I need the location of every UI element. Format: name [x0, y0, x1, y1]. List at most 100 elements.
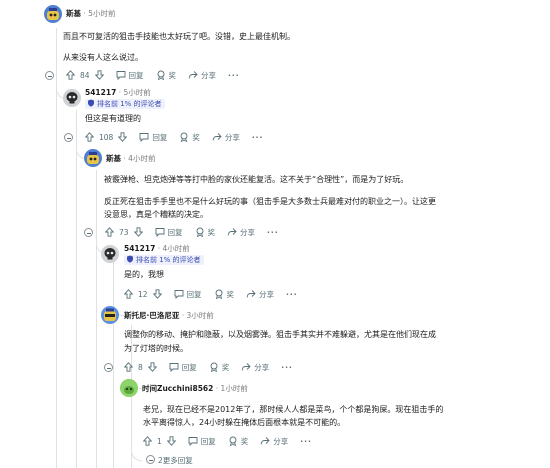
share-button[interactable]: 分享 [246, 289, 274, 300]
thread-line-level-2 [96, 170, 97, 468]
upvote-button[interactable] [143, 436, 152, 446]
downvote-arrow-icon [133, 227, 143, 237]
snoo-avatar-icon [47, 8, 59, 20]
comment-action-bar: 12 回复 奖 分享 ··· [124, 287, 298, 301]
award-button[interactable]: 奖 [195, 227, 216, 238]
upvote-button[interactable] [124, 289, 133, 299]
collapse-thread-button[interactable] [104, 363, 113, 372]
vote-count: 84 [80, 70, 90, 80]
comment-bubble-icon [139, 133, 149, 142]
award-icon [196, 227, 203, 237]
comment-meta: 541217 · 5小时前 [85, 88, 151, 98]
expand-plus-icon [146, 455, 155, 464]
award-label: 奖 [207, 227, 216, 237]
more-options-icon[interactable]: ··· [281, 363, 293, 372]
timestamp[interactable]: 1小时前 [221, 384, 248, 393]
upvote-button[interactable] [85, 132, 94, 142]
author-name[interactable]: 541217 [85, 88, 116, 97]
avatar[interactable] [63, 89, 81, 107]
timestamp[interactable]: 5小时前 [88, 9, 115, 18]
reply-button[interactable]: 回复 [116, 70, 144, 81]
avatar[interactable] [44, 5, 62, 23]
reply-button[interactable]: 回复 [155, 227, 183, 238]
comment-bubble-icon [174, 290, 183, 299]
share-button[interactable]: 分享 [260, 436, 288, 447]
share-label: 分享 [201, 70, 217, 80]
comment-body-line: 而且不可复活的狙击手技能也太好玩了吧。没错，史上最佳机制。 [63, 32, 295, 41]
upvote-button[interactable] [66, 70, 75, 80]
downvote-button[interactable] [152, 289, 162, 299]
share-icon [227, 228, 237, 236]
vote-count: 108 [99, 132, 114, 142]
vote-count: 8 [138, 362, 143, 372]
avatar[interactable] [101, 306, 119, 324]
comment-action-bar: 1 回复 奖 分享 ··· [143, 434, 312, 448]
award-button[interactable]: 奖 [209, 362, 229, 373]
share-button[interactable]: 分享 [188, 70, 216, 81]
badge-label: 排名前 1% 的评论者 [136, 256, 201, 264]
timestamp[interactable]: 3小时前 [187, 311, 214, 320]
avatar[interactable] [120, 379, 138, 397]
skull-avatar-icon [63, 89, 81, 107]
share-button[interactable]: 分享 [241, 362, 269, 373]
share-label: 分享 [259, 289, 275, 299]
downvote-button[interactable] [133, 227, 143, 237]
upvote-arrow-icon [105, 227, 114, 237]
upvote-arrow-icon [85, 132, 94, 142]
author-name[interactable]: 斯托尼·巴洛尼亚 [124, 311, 179, 320]
award-button[interactable]: 奖 [179, 132, 200, 143]
comment-bubble-icon [169, 363, 179, 372]
downvote-button[interactable] [118, 132, 128, 142]
avatar[interactable] [101, 245, 119, 263]
downvote-button[interactable] [147, 362, 157, 372]
award-button[interactable]: 奖 [228, 436, 248, 447]
author-name[interactable]: 时间Zucchini8562 [142, 384, 213, 393]
comment-body-line: 调整你的移动、掩护和隐蔽，以及烟雾弹。狙击手其实并不难躲避，尤其是在他们现在成 [124, 330, 436, 339]
badge-label: 排名前 1% 的评论者 [97, 100, 162, 108]
more-options-icon[interactable]: ··· [267, 228, 279, 237]
thread-line-level-1 [76, 110, 77, 468]
comment-action-bar: 73 回复 奖 分享 ··· [105, 225, 279, 239]
vote-count: 12 [138, 289, 148, 299]
top-commenter-badge: 排名前 1% 的评论者 [85, 99, 165, 109]
author-name[interactable]: 斯基 [66, 9, 81, 18]
timestamp[interactable]: 4小时前 [128, 154, 155, 163]
share-button[interactable]: 分享 [227, 227, 255, 238]
more-options-icon[interactable]: ··· [252, 133, 264, 142]
more-options-icon[interactable]: ··· [300, 437, 312, 446]
comment-body-line: 老兄，现在已经不是2012年了，那时候人人都是菜鸟，个个都是狗屎。现在狙击手的 [143, 405, 444, 414]
collapse-thread-button[interactable] [84, 228, 93, 237]
comment-meta: 541217 · 4小时前 [124, 244, 190, 254]
comment-meta: 斯基 · 5小时前 [66, 9, 115, 19]
more-options-icon[interactable]: ··· [228, 71, 240, 80]
vote-count: 73 [119, 227, 129, 237]
share-icon [242, 363, 251, 371]
upvote-button[interactable] [124, 362, 133, 372]
more-options-icon[interactable]: ··· [286, 290, 298, 299]
comment-action-bar: 8 回复 奖 分享 ··· [124, 360, 293, 374]
downvote-button[interactable] [94, 70, 104, 80]
reply-button[interactable]: 回复 [169, 362, 197, 373]
share-label: 分享 [240, 227, 256, 237]
author-name[interactable]: 541217 [124, 244, 155, 253]
downvote-arrow-icon [94, 70, 104, 80]
collapse-thread-button[interactable] [45, 71, 54, 80]
award-button[interactable]: 奖 [156, 70, 176, 81]
reply-button[interactable]: 回复 [174, 289, 202, 300]
award-button[interactable]: 奖 [214, 289, 234, 300]
upvote-button[interactable] [105, 227, 114, 237]
avatar[interactable] [84, 149, 102, 167]
share-button[interactable]: 分享 [212, 132, 240, 143]
reply-label: 回复 [152, 132, 168, 142]
comment-meta: 时间Zucchini8562 · 1小时前 [142, 384, 248, 394]
comment-body-line: 没意思，真是个糟糕的决定。 [104, 210, 208, 219]
more-replies-link[interactable]: 2更多回复 [146, 454, 193, 466]
collapse-thread-button[interactable] [64, 133, 73, 142]
author-name[interactable]: 斯基 [106, 154, 121, 163]
timestamp[interactable]: 5小时前 [123, 88, 150, 97]
downvote-button[interactable] [166, 436, 176, 446]
reply-button[interactable]: 回复 [188, 436, 216, 447]
reply-button[interactable]: 回复 [139, 132, 167, 143]
thread-line-level-3 [113, 258, 114, 468]
timestamp[interactable]: 4小时前 [162, 244, 189, 253]
